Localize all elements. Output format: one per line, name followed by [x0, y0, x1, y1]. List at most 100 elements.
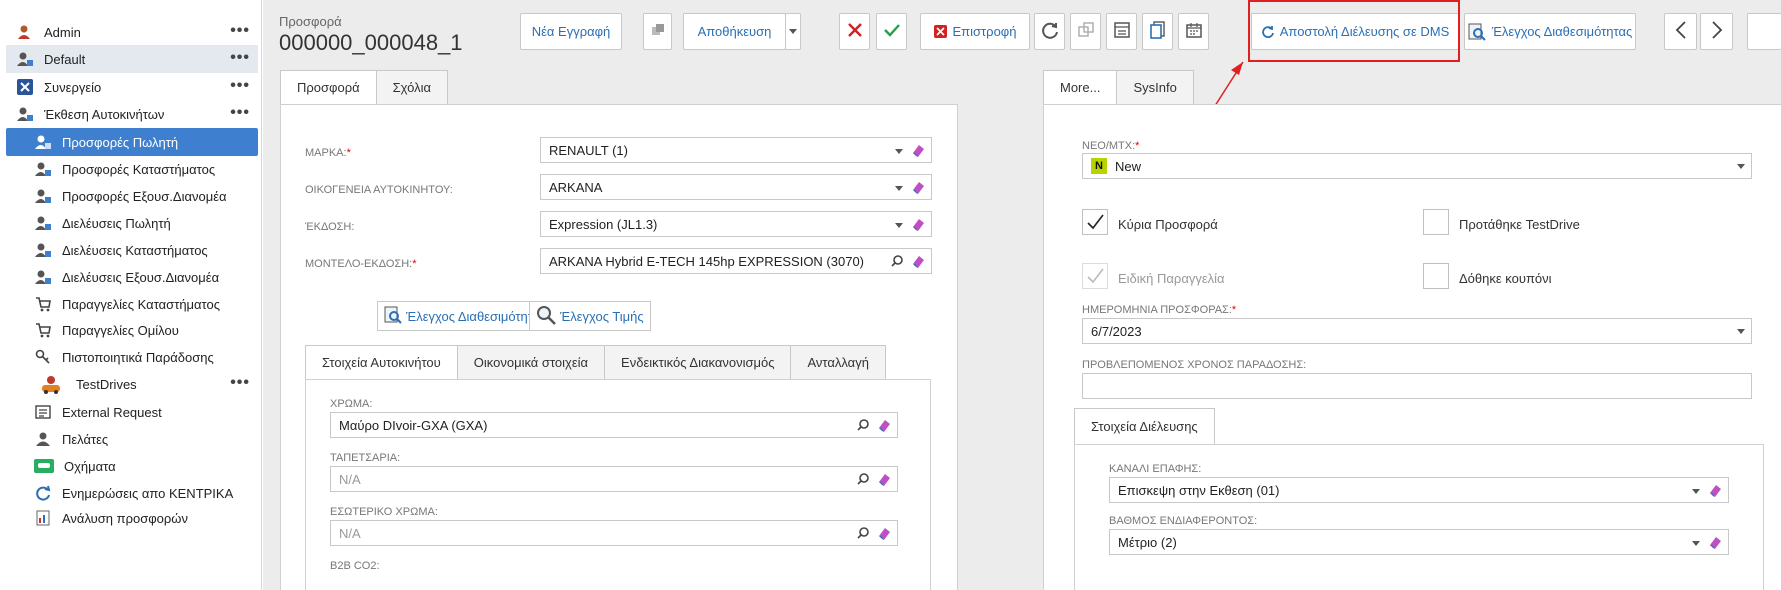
tab-sxolia[interactable]: Σχόλια — [375, 70, 449, 104]
oikogeneia-select[interactable]: ARKANA — [540, 174, 932, 200]
sidebar-item-paraggelies-omilou[interactable]: Παραγγελίες Ομίλου — [6, 316, 258, 344]
key-user-icon — [34, 348, 52, 366]
sidebar-item-label: Default — [44, 51, 86, 67]
search-icon[interactable] — [857, 527, 869, 542]
field-label-montelo: ΜΟΝΤΕΛΟ-ΕΚΔΟΣΗ:* — [305, 258, 417, 270]
more-menu-icon[interactable]: ••• — [230, 49, 250, 67]
sidebar-item-prosfores-katastimatos[interactable]: Προσφορές Καταστήματος — [6, 155, 258, 183]
sidebar-item-admin[interactable]: Admin ••• — [6, 18, 258, 46]
field-label-esoteriko-xroma: ΕΣΩΤΕΡΙΚΟ ΧΡΩΜΑ: — [330, 506, 438, 518]
xroma-lookup[interactable]: Μαύρο DIvoir-GXA (GXA) — [330, 412, 898, 438]
sidebar-item-pistopoiitika[interactable]: Πιστοποιητικά Παράδοσης — [6, 343, 258, 371]
sidebar-item-default[interactable]: Default ••• — [6, 45, 258, 73]
search-icon[interactable] — [857, 419, 869, 434]
chevron-down-icon[interactable] — [1692, 489, 1700, 494]
sidebar-item-label: Admin — [44, 24, 81, 40]
search-icon[interactable] — [891, 255, 903, 270]
more-menu-icon[interactable]: ••• — [230, 104, 250, 122]
checkbox-koupon[interactable] — [1423, 263, 1449, 289]
sidebar-item-dieleuseis-katastimatos[interactable]: Διελέυσεις Καταστήματος — [6, 236, 258, 264]
chevron-down-icon[interactable] — [1737, 329, 1745, 334]
more-menu-icon[interactable]: ••• — [230, 22, 250, 40]
tapetsaria-lookup[interactable]: N/A — [330, 466, 898, 492]
marka-select[interactable]: RENAULT (1) — [540, 137, 932, 163]
vathmos-select[interactable]: Μέτριο (2) — [1109, 529, 1729, 555]
cart-icon — [34, 295, 52, 313]
eraser-icon[interactable] — [877, 472, 891, 489]
sidebar-item-synergeio[interactable]: Συνεργείο ••• — [6, 73, 258, 101]
check-price-button[interactable]: Έλεγχος Τιμής — [529, 301, 651, 331]
sidebar-item-label: Ενημερώσεις απο ΚΕΝΤΡΙΚΑ — [62, 485, 234, 501]
chevron-down-icon[interactable] — [1737, 164, 1745, 169]
checkbox-eidiki-paraggelia[interactable] — [1082, 263, 1108, 289]
field-label-kanali: ΚΑΝΑΛΙ ΕΠΑΦΗΣ: — [1109, 463, 1202, 475]
eraser-icon[interactable] — [911, 254, 925, 271]
sidebar-item-oximata[interactable]: Οχήματα — [6, 452, 258, 480]
montelo-lookup[interactable]: ARKANA Hybrid E-TECH 145hp EXPRESSION (3… — [540, 248, 932, 274]
field-label-neo: ΝΕΟ/ΜΤΧ:* — [1082, 140, 1140, 152]
checkbox-kyria-prosfora[interactable] — [1082, 209, 1108, 235]
eraser-icon[interactable] — [1708, 483, 1722, 500]
search-doc-icon — [384, 306, 402, 327]
tab-stoixeia-autokinitou[interactable]: Στοιχεία Αυτοκινήτου — [305, 345, 458, 379]
tab-sysinfo[interactable]: SysInfo — [1116, 70, 1194, 104]
eraser-icon[interactable] — [877, 526, 891, 543]
user-gear-icon — [34, 268, 52, 286]
chevron-down-icon[interactable] — [895, 149, 903, 154]
sidebar-item-pelates[interactable]: Πελάτες — [6, 425, 258, 453]
sidebar-item-prosfores-poliiti[interactable]: Προσφορές Πωλητή — [6, 128, 258, 156]
xroma-value: Μαύρο DIvoir-GXA (GXA) — [339, 417, 488, 433]
search-icon[interactable] — [857, 473, 869, 488]
sidebar-item-enimeroseis[interactable]: Ενημερώσεις απο ΚΕΝΤΡΙΚΑ — [6, 479, 258, 507]
tab-prosfora[interactable]: Προσφορά — [280, 70, 377, 104]
eraser-icon[interactable] — [877, 418, 891, 435]
sidebar-item-label: Προσφορές Εξουσ.Διανομέα — [62, 188, 227, 204]
tapetsaria-value: N/A — [339, 471, 361, 487]
eraser-icon[interactable] — [911, 180, 925, 197]
more-menu-icon[interactable]: ••• — [230, 77, 250, 95]
chevron-down-icon[interactable] — [1692, 541, 1700, 546]
eraser-icon[interactable] — [911, 217, 925, 234]
date-picker[interactable]: 6/7/2023 — [1082, 318, 1752, 344]
sidebar-item-label: Παραγγελίες Ομίλου — [62, 322, 179, 338]
tab-diakanonismos[interactable]: Ενδεικτικός Διακανονισμός — [604, 345, 792, 379]
field-label-xroma: ΧΡΩΜΑ: — [330, 398, 373, 410]
marka-value: RENAULT (1) — [549, 142, 628, 158]
person-icon — [34, 430, 52, 448]
delivery-input[interactable] — [1082, 373, 1752, 399]
tab-oikonomika[interactable]: Οικονομικά στοιχεία — [456, 345, 606, 379]
sidebar-item-dieleuseis-poliiti[interactable]: Διελέυσεις Πωλητή — [6, 209, 258, 237]
sidebar-item-prosfores-dianomea[interactable]: Προσφορές Εξουσ.Διανομέα — [6, 182, 258, 210]
dieleusi-panel: ΚΑΝΑΛΙ ΕΠΑΦΗΣ: Επισκεψη στην Εκθεση (01)… — [1074, 444, 1764, 590]
tab-stoixeia-dieleusis[interactable]: Στοιχεία Διέλευσης — [1074, 408, 1215, 444]
sidebar-item-dieleuseis-dianomea[interactable]: Διελέυσεις Εξουσ.Διανομέα — [6, 263, 258, 291]
chevron-down-icon[interactable] — [895, 186, 903, 191]
user-gear-icon — [34, 160, 52, 178]
eraser-icon[interactable] — [1708, 535, 1722, 552]
tab-antallagi[interactable]: Ανταλλαγή — [790, 345, 886, 379]
checkbox-testdrive[interactable] — [1423, 209, 1449, 235]
left-panel: ΜΑΡΚΑ:* RENAULT (1) ΟΙΚΟΓΕΝΕΙΑ ΑΥΤΟΚΙΝΗΤ… — [280, 104, 958, 590]
main-area: Προσφορά 000000_000048_1 Νέα Εγγραφή Απο… — [263, 0, 1781, 590]
eraser-icon[interactable] — [911, 143, 925, 160]
oikogeneia-value: ARKANA — [549, 179, 603, 195]
sidebar-item-ekthesi[interactable]: Έκθεση Αυτοκινήτων ••• — [6, 100, 258, 128]
esoteriko-xroma-lookup[interactable]: N/A — [330, 520, 898, 546]
sidebar-item-external-request[interactable]: External Request — [6, 398, 258, 426]
sidebar-item-paraggelies-katastimatos[interactable]: Παραγγελίες Καταστήματος — [6, 290, 258, 318]
car-details-panel: ΧΡΩΜΑ: Μαύρο DIvoir-GXA (GXA) ΤΑΠΕΤΣΑΡΙΑ… — [305, 379, 931, 590]
sidebar-item-label: Προσφορές Καταστήματος — [62, 161, 216, 177]
left-tabbar: Προσφορά Σχόλια — [280, 70, 449, 104]
tab-more[interactable]: More... — [1043, 70, 1118, 104]
sidebar-item-testdrives[interactable]: TestDrives ••• — [6, 370, 258, 398]
more-menu-icon[interactable]: ••• — [230, 374, 250, 392]
kanali-select[interactable]: Επισκεψη στην Εκθεση (01) — [1109, 477, 1729, 503]
sidebar-item-analysi[interactable]: Ανάλυση προσφορών — [6, 504, 258, 532]
neo-select[interactable]: N New — [1082, 153, 1752, 179]
ekdosi-select[interactable]: Expression (JL1.3) — [540, 211, 932, 237]
chevron-down-icon[interactable] — [895, 223, 903, 228]
user-gear-icon — [16, 50, 34, 68]
availability-label: Έλεγχος Διαθεσιμότητας — [406, 308, 547, 324]
field-label-delivery: ΠΡΟΒΛΕΠΟΜΕΝΟΣ ΧΡΟΝΟΣ ΠΑΡΑΔΟΣΗΣ: — [1082, 359, 1307, 371]
check-availability-inline-button[interactable]: Έλεγχος Διαθεσιμότητας — [377, 301, 554, 331]
